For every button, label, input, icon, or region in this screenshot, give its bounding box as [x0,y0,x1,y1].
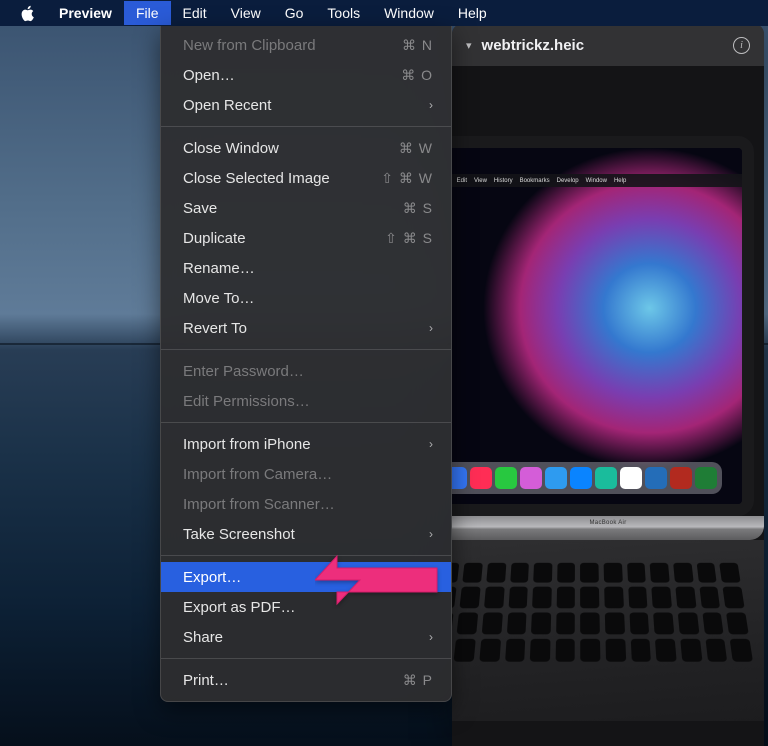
menu-item-label: Edit Permissions… [183,393,433,410]
chevron-right-icon: › [429,98,433,112]
image-viewport[interactable]: File Edit View History Bookmarks Develop… [452,66,764,746]
menu-item-label: Print… [183,672,403,689]
menu-shortcut: ⌘ W [399,140,433,157]
dock-app-icon [595,467,617,489]
menu-item-import-from-iphone[interactable]: Import from iPhone› [161,429,451,459]
menu-divider [161,126,451,127]
apple-menu-icon[interactable] [8,5,47,22]
menu-item-label: Import from Camera… [183,466,433,483]
menubar-item-view[interactable]: View [219,1,273,25]
system-menubar: Preview File Edit View Go Tools Window H… [0,0,768,26]
inner-dock [452,462,722,494]
menu-item-label: Import from iPhone [183,436,429,453]
image-content: File Edit View History Bookmarks Develop… [452,136,764,746]
chevron-right-icon: › [429,321,433,335]
menu-divider [161,658,451,659]
menubar-app-name[interactable]: Preview [47,1,124,25]
menu-item-close-selected-image[interactable]: Close Selected Image⇧ ⌘ W [161,163,451,193]
menu-item-export-as-pdf[interactable]: Export as PDF… [161,592,451,622]
menu-item-export[interactable]: Export… [161,562,451,592]
menu-item-label: Take Screenshot [183,526,429,543]
dock-app-icon [520,467,542,489]
menu-shortcut: ⌘ O [401,67,433,84]
inner-menubar: File Edit View History Bookmarks Develop… [452,174,742,187]
menu-item-rename[interactable]: Rename… [161,253,451,283]
menu-item-close-window[interactable]: Close Window⌘ W [161,133,451,163]
menu-item-save[interactable]: Save⌘ S [161,193,451,223]
menubar-item-tools[interactable]: Tools [315,1,372,25]
menu-item-label: Open… [183,67,401,84]
menu-item-edit-permissions: Edit Permissions… [161,386,451,416]
menubar-item-window[interactable]: Window [372,1,446,25]
menu-item-label: Close Window [183,140,399,157]
chevron-right-icon: › [429,630,433,644]
menu-item-label: Enter Password… [183,363,433,380]
dock-app-icon [695,467,717,489]
menu-shortcut: ⌘ N [402,37,433,54]
dock-app-icon [470,467,492,489]
dock-app-icon [645,467,667,489]
dock-app-icon [670,467,692,489]
chevron-down-icon[interactable]: ▾ [466,39,472,52]
menu-item-open-recent[interactable]: Open Recent› [161,90,451,120]
menu-item-label: Export as PDF… [183,599,433,616]
menu-item-enter-password: Enter Password… [161,356,451,386]
window-title: webtrickz.heic [482,37,723,54]
dock-app-icon [570,467,592,489]
menu-shortcut: ⇧ ⌘ S [385,230,433,247]
menu-shortcut: ⌘ P [403,672,433,689]
menu-item-share[interactable]: Share› [161,622,451,652]
menu-item-duplicate[interactable]: Duplicate⇧ ⌘ S [161,223,451,253]
menu-item-import-from-scanner: Import from Scanner… [161,489,451,519]
menu-item-open[interactable]: Open…⌘ O [161,60,451,90]
menu-item-take-screenshot[interactable]: Take Screenshot› [161,519,451,549]
menu-item-label: Duplicate [183,230,385,247]
menubar-item-help[interactable]: Help [446,1,499,25]
menu-divider [161,422,451,423]
menu-item-move-to[interactable]: Move To… [161,283,451,313]
menu-item-label: New from Clipboard [183,37,402,54]
info-icon[interactable]: i [733,37,750,54]
dock-app-icon [452,467,467,489]
menu-item-label: Rename… [183,260,433,277]
menubar-item-file[interactable]: File [124,1,171,25]
menu-item-label: Close Selected Image [183,170,381,187]
dock-app-icon [545,467,567,489]
menubar-item-edit[interactable]: Edit [171,1,219,25]
preview-app-window[interactable]: ▾ webtrickz.heic i File Edit View Histor… [452,24,764,746]
macbook-label: MacBook Air [590,520,627,526]
window-titlebar[interactable]: ▾ webtrickz.heic i [452,24,764,66]
menu-item-label: Share [183,629,429,646]
menu-divider [161,349,451,350]
menu-item-label: Open Recent [183,97,429,114]
chevron-right-icon: › [429,527,433,541]
menu-item-label: Revert To [183,320,429,337]
menu-shortcut: ⇧ ⌘ W [381,170,433,187]
menu-item-revert-to[interactable]: Revert To› [161,313,451,343]
chevron-right-icon: › [429,437,433,451]
menu-item-new-from-clipboard: New from Clipboard⌘ N [161,30,451,60]
menu-shortcut: ⌘ S [403,200,433,217]
dock-app-icon [620,467,642,489]
menu-item-label: Move To… [183,290,433,307]
menubar-item-go[interactable]: Go [273,1,316,25]
menu-item-label: Save [183,200,403,217]
menu-divider [161,555,451,556]
file-menu-dropdown: New from Clipboard⌘ NOpen…⌘ OOpen Recent… [160,26,452,702]
dock-app-icon [495,467,517,489]
menu-item-label: Export… [183,569,433,586]
menu-item-print[interactable]: Print…⌘ P [161,665,451,695]
menu-item-import-from-camera: Import from Camera… [161,459,451,489]
menu-item-label: Import from Scanner… [183,496,433,513]
